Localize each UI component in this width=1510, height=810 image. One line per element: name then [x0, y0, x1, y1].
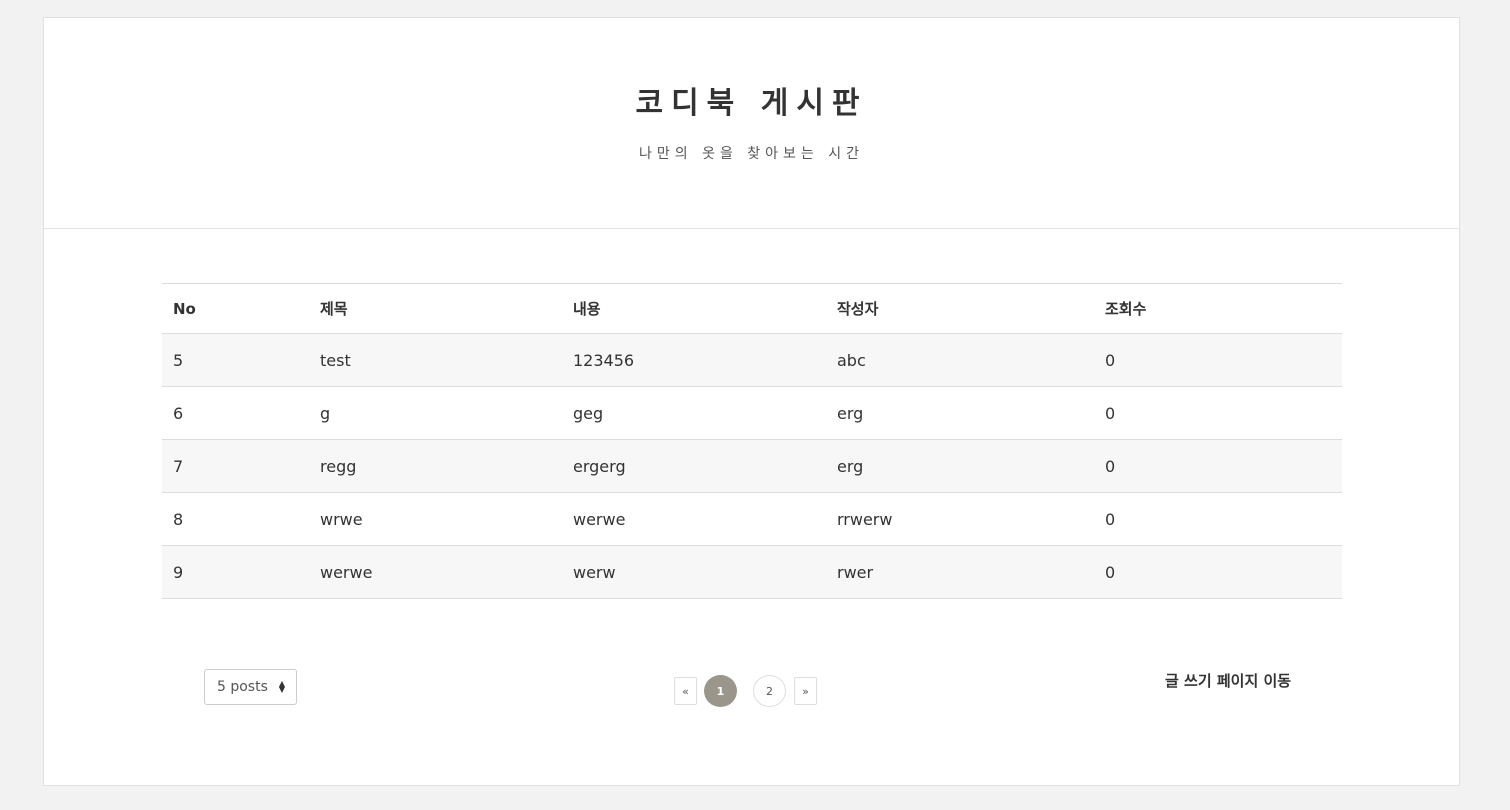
- table-row[interactable]: 5 test 123456 abc 0: [162, 333, 1342, 387]
- table-row[interactable]: 8 wrwe werwe rrwerw 0: [162, 492, 1342, 546]
- prev-page-button[interactable]: «: [674, 677, 697, 705]
- cell-no: 8: [173, 509, 184, 529]
- cell-no: 7: [173, 456, 184, 476]
- cell-no: 9: [173, 562, 184, 582]
- cell-no: 5: [173, 350, 184, 370]
- table-row[interactable]: 7 regg ergerg erg 0: [162, 439, 1342, 493]
- cell-content: werw: [573, 562, 616, 582]
- table-row[interactable]: 9 werwe werw rwer 0: [162, 545, 1342, 599]
- column-header-writer: 작성자: [837, 300, 879, 318]
- next-page-button[interactable]: »: [794, 677, 817, 705]
- select-arrows-icon: ▲ ▼: [278, 679, 285, 694]
- column-header-title: 제목: [320, 300, 348, 318]
- column-header-content: 내용: [573, 300, 601, 318]
- cell-writer: erg: [837, 403, 864, 423]
- board-card: 코디북 게시판 나만의 옷을 찾아보는 시간 No 제목 내용 작성자 조회수 …: [43, 17, 1460, 786]
- table-row[interactable]: 6 g geg erg 0: [162, 386, 1342, 440]
- cell-views: 0: [1105, 403, 1116, 423]
- page-subtitle: 나만의 옷을 찾아보는 시간: [638, 146, 865, 162]
- posts-per-page-select[interactable]: 5 posts ▲ ▼: [204, 669, 297, 705]
- cell-content: 123456: [573, 350, 635, 370]
- cell-writer: rwer: [837, 562, 874, 582]
- cell-content: geg: [573, 403, 604, 423]
- cell-content: werwe: [573, 509, 626, 529]
- cell-writer: abc: [837, 350, 866, 370]
- posts-per-page-value: 5 posts: [217, 679, 268, 695]
- cell-title[interactable]: wrwe: [309, 493, 562, 546]
- cell-writer: erg: [837, 456, 864, 476]
- write-post-link[interactable]: 글 쓰기 페이지 이동: [1165, 670, 1291, 691]
- board-header: 코디북 게시판 나만의 옷을 찾아보는 시간: [44, 18, 1459, 229]
- cell-views: 0: [1105, 562, 1116, 582]
- cell-writer: rrwerw: [837, 509, 893, 529]
- cell-title[interactable]: werwe: [309, 546, 562, 599]
- cell-views: 0: [1105, 350, 1116, 370]
- column-header-views: 조회수: [1105, 300, 1147, 318]
- cell-title[interactable]: test: [309, 334, 562, 387]
- cell-title[interactable]: g: [309, 387, 562, 440]
- page-button-2[interactable]: 2: [753, 675, 786, 707]
- pagination: « 1 2 »: [674, 675, 817, 707]
- column-header-no: No: [173, 299, 196, 318]
- page-button-1[interactable]: 1: [704, 675, 737, 707]
- cell-views: 0: [1105, 456, 1116, 476]
- posts-table: No 제목 내용 작성자 조회수 5 test 123456 abc 0 6 g…: [162, 283, 1342, 599]
- cell-views: 0: [1105, 509, 1116, 529]
- table-header-row: No 제목 내용 작성자 조회수: [162, 284, 1342, 334]
- cell-no: 6: [173, 403, 184, 423]
- cell-title[interactable]: regg: [309, 440, 562, 493]
- page-title: 코디북 게시판: [635, 86, 868, 121]
- cell-content: ergerg: [573, 456, 626, 476]
